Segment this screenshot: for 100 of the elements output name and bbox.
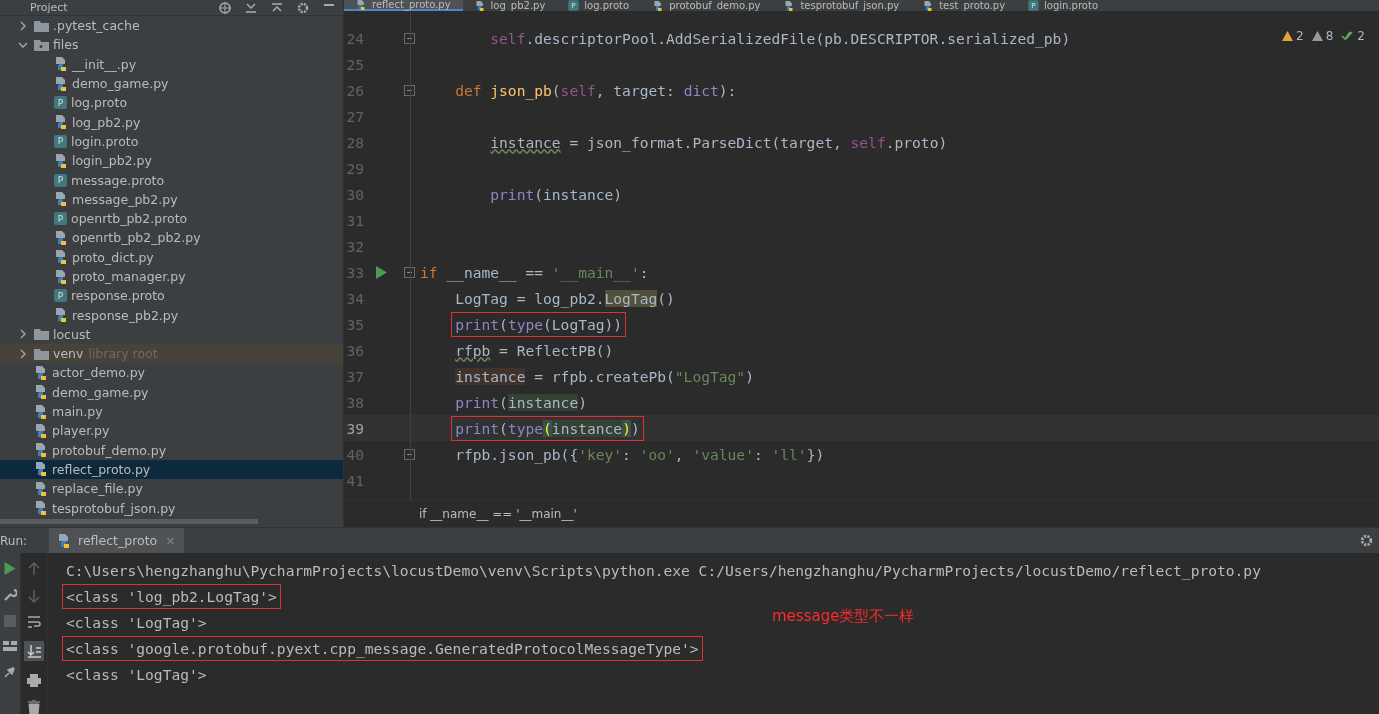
console-line: C:\Users\hengzhanghu\PycharmProjects\locustDemo\venv\Scripts\python.exe C:/Users/hengzhanghu/PycharmProjects/locustDemo/reflect_proto.py: [66, 561, 1261, 579]
tree-item[interactable]: actor_demo.py: [0, 363, 343, 383]
python-file-icon: [54, 75, 68, 92]
tree-item[interactable]: reflect_proto.py: [0, 459, 343, 480]
inspection-count[interactable]: 2: [1282, 29, 1304, 43]
run-icon[interactable]: [375, 265, 387, 279]
python-file-icon: [54, 191, 68, 208]
tree-item[interactable]: files: [0, 35, 343, 55]
python-file-icon: [54, 268, 68, 285]
editor-tab[interactable]: protobuf_demo.py: [641, 0, 773, 11]
code-line: print(instance): [489, 185, 623, 203]
code-line: rfpb = ReflectPB(): [454, 341, 614, 359]
collapse-all-icon[interactable]: [271, 1, 283, 14]
target-icon[interactable]: [219, 1, 231, 14]
panel-title[interactable]: Project: [30, 1, 68, 14]
tree-item[interactable]: demo_game.py: [0, 382, 343, 402]
tree-item[interactable]: openrtb_pb2_pb2.py: [0, 228, 343, 248]
inspection-count[interactable]: 2: [1341, 29, 1365, 43]
line-number: 25: [345, 55, 364, 73]
tree-item[interactable]: log_pb2.py: [0, 112, 343, 132]
editor-tab[interactable]: reflect_proto.py: [344, 0, 463, 11]
run-tab[interactable]: reflect_proto ×: [49, 528, 184, 553]
tree-item[interactable]: P openrtb_pb2.proto: [0, 208, 343, 229]
scroll-to-end-button[interactable]: [24, 641, 44, 661]
editor-tab[interactable]: test_proto.py: [911, 0, 1018, 11]
python-file-icon: [653, 0, 664, 11]
tree-item[interactable]: P login.proto: [0, 131, 343, 152]
python-file-icon: [54, 152, 68, 169]
editor-tab[interactable]: tesprotobuf_json.py: [772, 0, 912, 11]
python-file-icon: [34, 442, 48, 459]
tree-item[interactable]: message_pb2.py: [0, 189, 343, 209]
python-file-icon: [54, 307, 68, 324]
warning-icon: [1311, 31, 1323, 41]
tree-item[interactable]: locust: [0, 324, 343, 345]
tree-item[interactable]: login_pb2.py: [0, 151, 343, 171]
python-file-icon: [923, 0, 934, 11]
chevron-right-icon[interactable]: [18, 329, 28, 340]
tree-item[interactable]: P message.proto: [0, 170, 343, 190]
python-file-icon: [34, 480, 48, 497]
line-number: 28: [345, 133, 364, 151]
tree-item[interactable]: main.py: [0, 401, 343, 422]
proto-file-icon: P: [54, 289, 67, 303]
tree-item[interactable]: P log.proto: [0, 93, 343, 113]
line-number: 26: [345, 81, 364, 99]
tree-item[interactable]: proto_manager.py: [0, 266, 343, 287]
soft-wrap-icon[interactable]: [27, 616, 41, 628]
line-number: 41: [345, 471, 364, 489]
python-file-icon: [54, 114, 68, 131]
tree-item[interactable]: player.py: [0, 421, 343, 441]
trash-icon[interactable]: [28, 700, 40, 714]
folder-icon: [34, 38, 49, 51]
python-file-icon: [784, 0, 795, 11]
tree-item[interactable]: response_pb2.py: [0, 305, 343, 325]
line-number: 38: [345, 393, 364, 411]
python-file-icon: [34, 384, 48, 401]
tree-item[interactable]: tesprotobuf_json.py: [0, 498, 343, 518]
tree-item[interactable]: proto_dict.py: [0, 247, 343, 267]
expand-all-icon[interactable]: [245, 1, 257, 14]
layout-icon[interactable]: [3, 640, 17, 652]
line-number: 34: [345, 289, 364, 307]
breadcrumb[interactable]: if __name__ == '__main__': [419, 507, 577, 521]
line-number: 40: [345, 445, 364, 463]
line-number: 33: [345, 263, 364, 281]
tree-item[interactable]: replace_file.py: [0, 479, 343, 499]
line-number: 39: [345, 419, 364, 437]
fold-icon[interactable]: [403, 448, 415, 460]
line-number: 36: [345, 341, 364, 359]
tree-item[interactable]: protobuf_demo.py: [0, 440, 343, 460]
wrench-icon[interactable]: [3, 588, 17, 602]
fold-icon[interactable]: [403, 84, 415, 96]
line-number: 24: [345, 29, 364, 47]
fold-icon[interactable]: [403, 266, 415, 278]
chevron-right-icon[interactable]: [18, 20, 28, 31]
inspection-count[interactable]: 8: [1311, 29, 1334, 43]
folder-icon: [34, 19, 49, 32]
tree-item[interactable]: demo_game.py: [0, 73, 343, 94]
run-label: Run:: [0, 533, 28, 548]
python-file-icon: [356, 0, 366, 11]
code-line: self.descriptorPool.AddSerializedFile(pb.DESCRIPTOR.serialized_pb): [489, 29, 1071, 47]
line-number: 32: [345, 237, 364, 255]
fold-icon[interactable]: [403, 32, 415, 44]
console-line: <class 'LogTag'>: [66, 613, 207, 631]
tree-item[interactable]: __init__.py: [0, 54, 343, 74]
code-line: print(instance): [454, 393, 587, 411]
chevron-right-icon[interactable]: [18, 348, 28, 359]
line-number: 37: [345, 367, 364, 385]
scrollbar[interactable]: [0, 519, 258, 524]
code-line: instance = rfpb.createPb("LogTag"): [454, 367, 754, 385]
warning-icon: [1282, 31, 1294, 41]
tree-item[interactable]: .pytest_cache: [0, 16, 343, 36]
run-icon[interactable]: [4, 562, 16, 575]
python-file-icon: [54, 56, 68, 73]
python-file-icon: [34, 422, 48, 439]
tree-item[interactable]: P response.proto: [0, 286, 343, 306]
annotation-text: message类型不一样: [772, 607, 915, 626]
pin-icon[interactable]: [3, 665, 17, 678]
line-number: 30: [345, 185, 364, 203]
python-file-icon: [54, 249, 68, 266]
code-line: LogTag = log_pb2.LogTag(): [454, 289, 675, 307]
editor-tab[interactable]: log_pb2.py: [462, 0, 558, 11]
